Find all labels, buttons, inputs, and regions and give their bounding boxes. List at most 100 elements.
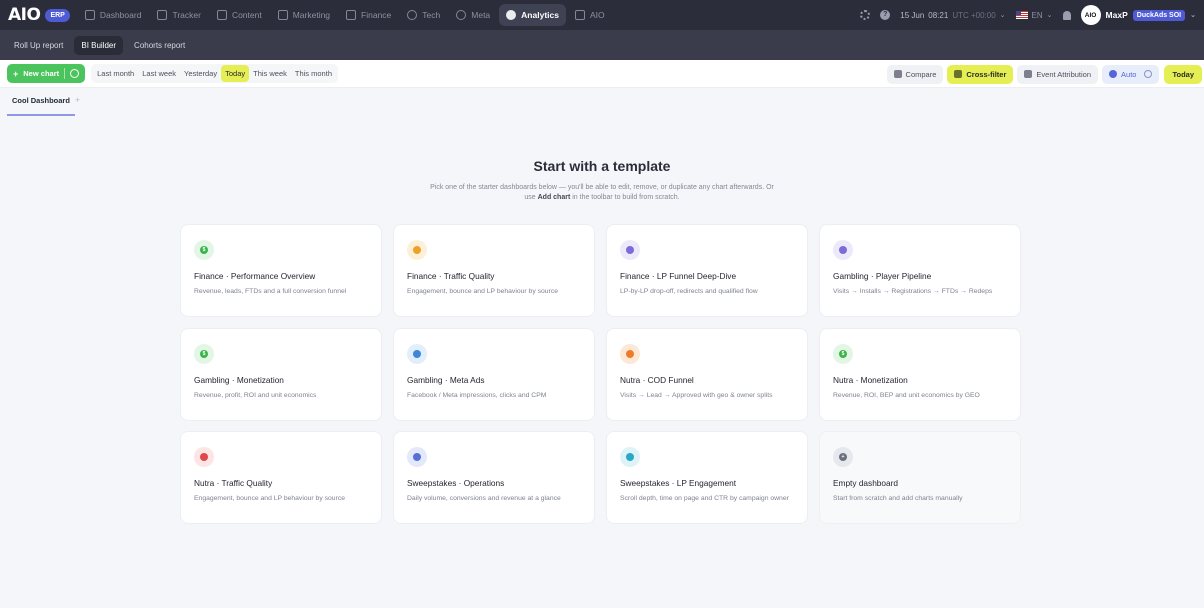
template-title: Empty dashboard (833, 478, 899, 488)
nav-label: Content (231, 10, 262, 20)
template-card[interactable]: Sweepstakes · LP Engagement Scroll depth… (606, 431, 808, 524)
add-tab-button[interactable]: + (75, 95, 80, 105)
template-card[interactable]: Gambling · Player Pipeline Visits → Inst… (819, 224, 1021, 317)
nav-item-marketing[interactable]: Marketing (271, 4, 337, 26)
nav-item-meta[interactable]: Meta (449, 4, 497, 26)
dollar-icon: $ (194, 240, 214, 260)
tab-roll-up-report[interactable]: Roll Up report (7, 36, 70, 55)
timezone: UTC +00:00 (952, 10, 996, 20)
tab-cool-dashboard[interactable]: Cool Dashboard (7, 93, 75, 116)
refresh-icon[interactable] (1144, 70, 1153, 78)
date-range-selector: Last month Last week Yesterday Today Thi… (91, 64, 338, 83)
divider (64, 68, 66, 79)
tab-bi-builder[interactable]: BI Builder (74, 35, 124, 55)
new-chart-label: New chart (23, 69, 60, 78)
clock-icon (1109, 70, 1118, 78)
template-card[interactable]: Finance · Traffic Quality Engagement, bo… (393, 224, 595, 317)
nav-item-dashboard[interactable]: Dashboard (78, 4, 149, 26)
tech-icon (407, 10, 418, 20)
today-label: Today (1172, 69, 1194, 79)
marketing-icon (277, 10, 288, 20)
template-description: Daily volume, conversions and revenue at… (407, 495, 561, 502)
top-navigation: AIO ERP Dashboard Tracker Content Market… (0, 0, 1204, 30)
logo-text: AIO (8, 5, 41, 25)
toolbar: + New chart Last month Last week Yesterd… (0, 60, 1204, 88)
aio-icon (574, 10, 585, 20)
nav-label: AIO (589, 10, 605, 20)
template-title: Finance · Performance Overview (194, 271, 316, 281)
target-icon (407, 344, 427, 364)
compare-button[interactable]: Compare (886, 64, 944, 84)
nav-label: Dashboard (99, 10, 142, 20)
nav-item-finance[interactable]: Finance (339, 4, 398, 26)
template-card[interactable]: $ Gambling · Monetization Revenue, profi… (180, 328, 382, 421)
compare-label: Compare (905, 69, 937, 79)
template-title: Sweepstakes · Operations (407, 478, 505, 488)
package-icon (620, 344, 640, 364)
template-title: Gambling · Meta Ads (407, 375, 485, 385)
auto-refresh-button[interactable]: Auto (1102, 64, 1160, 84)
subtitle-bold: Add chart (537, 194, 571, 201)
nav-label: Analytics (521, 10, 559, 20)
range-yesterday[interactable]: Yesterday (180, 65, 221, 82)
template-card[interactable]: Sweepstakes · Operations Daily volume, c… (393, 431, 595, 524)
finance-icon (346, 10, 357, 20)
today-button[interactable]: Today (1164, 64, 1202, 84)
nav-item-tracker[interactable]: Tracker (150, 4, 208, 26)
flag-icon (1015, 11, 1028, 19)
nav-item-analytics[interactable]: Analytics (499, 4, 566, 26)
cross-filter-button[interactable]: Cross-filter (947, 64, 1014, 84)
meta-icon (456, 10, 467, 20)
nav-item-aio[interactable]: AIO (568, 4, 612, 26)
nav-item-tech[interactable]: Tech (400, 4, 447, 26)
nav-right: ? 15 Jun 08:21 UTC +00:00 ⌄ EN ⌄ AIO Max… (860, 0, 1196, 30)
analytics-icon (506, 10, 517, 20)
plus-icon: + (13, 68, 19, 79)
template-title: Nutra · Monetization (833, 375, 908, 385)
help-icon[interactable]: ? (880, 10, 891, 20)
new-chart-button[interactable]: + New chart (7, 64, 86, 83)
nav-label: Tracker (172, 10, 201, 20)
template-card[interactable]: Nutra · Traffic Quality Engagement, boun… (180, 431, 382, 524)
range-today[interactable]: Today (221, 65, 250, 82)
empty-dashboard-card[interactable]: + Empty dashboard Start from scratch and… (819, 431, 1021, 524)
event-attribution-button[interactable]: Event Attribution (1017, 64, 1099, 84)
template-description: Start from scratch and add charts manual… (833, 495, 963, 502)
date-time[interactable]: 15 Jun 08:21 UTC +00:00 ⌄ (900, 11, 1005, 20)
template-title: Gambling · Monetization (194, 375, 284, 385)
filter-icon (954, 70, 963, 78)
range-this-month[interactable]: This month (291, 65, 336, 82)
operations-icon (407, 447, 427, 467)
tab-cohorts-report[interactable]: Cohorts report (127, 36, 192, 55)
template-card[interactable]: Finance · LP Funnel Deep-Dive LP-by-LP d… (606, 224, 808, 317)
chevron-down-icon: ⌄ (999, 12, 1006, 19)
range-this-week[interactable]: This week (249, 65, 291, 82)
range-last-month[interactable]: Last month (93, 65, 138, 82)
template-card[interactable]: $ Nutra · Monetization Revenue, ROI, BEP… (819, 328, 1021, 421)
template-description: LP-by-LP drop-off, redirects and qualifi… (620, 288, 758, 295)
bell-icon[interactable] (1062, 10, 1071, 20)
template-card[interactable]: $ Finance · Performance Overview Revenue… (180, 224, 382, 317)
content-icon (216, 10, 227, 20)
main-nav: Dashboard Tracker Content Marketing Fina… (78, 0, 614, 30)
user-name: MaxP (1105, 10, 1128, 20)
avatar: AIO (1080, 5, 1101, 25)
chevron-down-icon: ⌄ (1190, 12, 1196, 19)
language-select[interactable]: EN ⌄ (1015, 11, 1053, 20)
template-card[interactable]: Nutra · COD Funnel Visits → Lead → Appro… (606, 328, 808, 421)
template-title: Nutra · Traffic Quality (194, 478, 273, 488)
date: 15 Jun (900, 10, 925, 20)
app-logo[interactable]: AIO ERP (8, 5, 70, 25)
template-card[interactable]: Gambling · Meta Ads Facebook / Meta impr… (393, 328, 595, 421)
cross-filter-label: Cross-filter (966, 69, 1007, 79)
time: 08:21 (928, 10, 949, 20)
template-icon[interactable] (70, 69, 80, 78)
dashboard-tabs: Cool Dashboard + (0, 88, 1204, 116)
tracker-icon (157, 10, 168, 20)
user-menu[interactable]: AIO MaxP DuckAds SOI ⌄ (1080, 5, 1196, 25)
toolbar-right: Compare Cross-filter Event Attribution A… (886, 60, 1204, 88)
subtitle-text: in the toolbar to build from scratch. (570, 194, 680, 201)
range-last-week[interactable]: Last week (138, 65, 180, 82)
nav-item-content[interactable]: Content (210, 4, 269, 26)
gear-icon[interactable] (860, 10, 871, 20)
